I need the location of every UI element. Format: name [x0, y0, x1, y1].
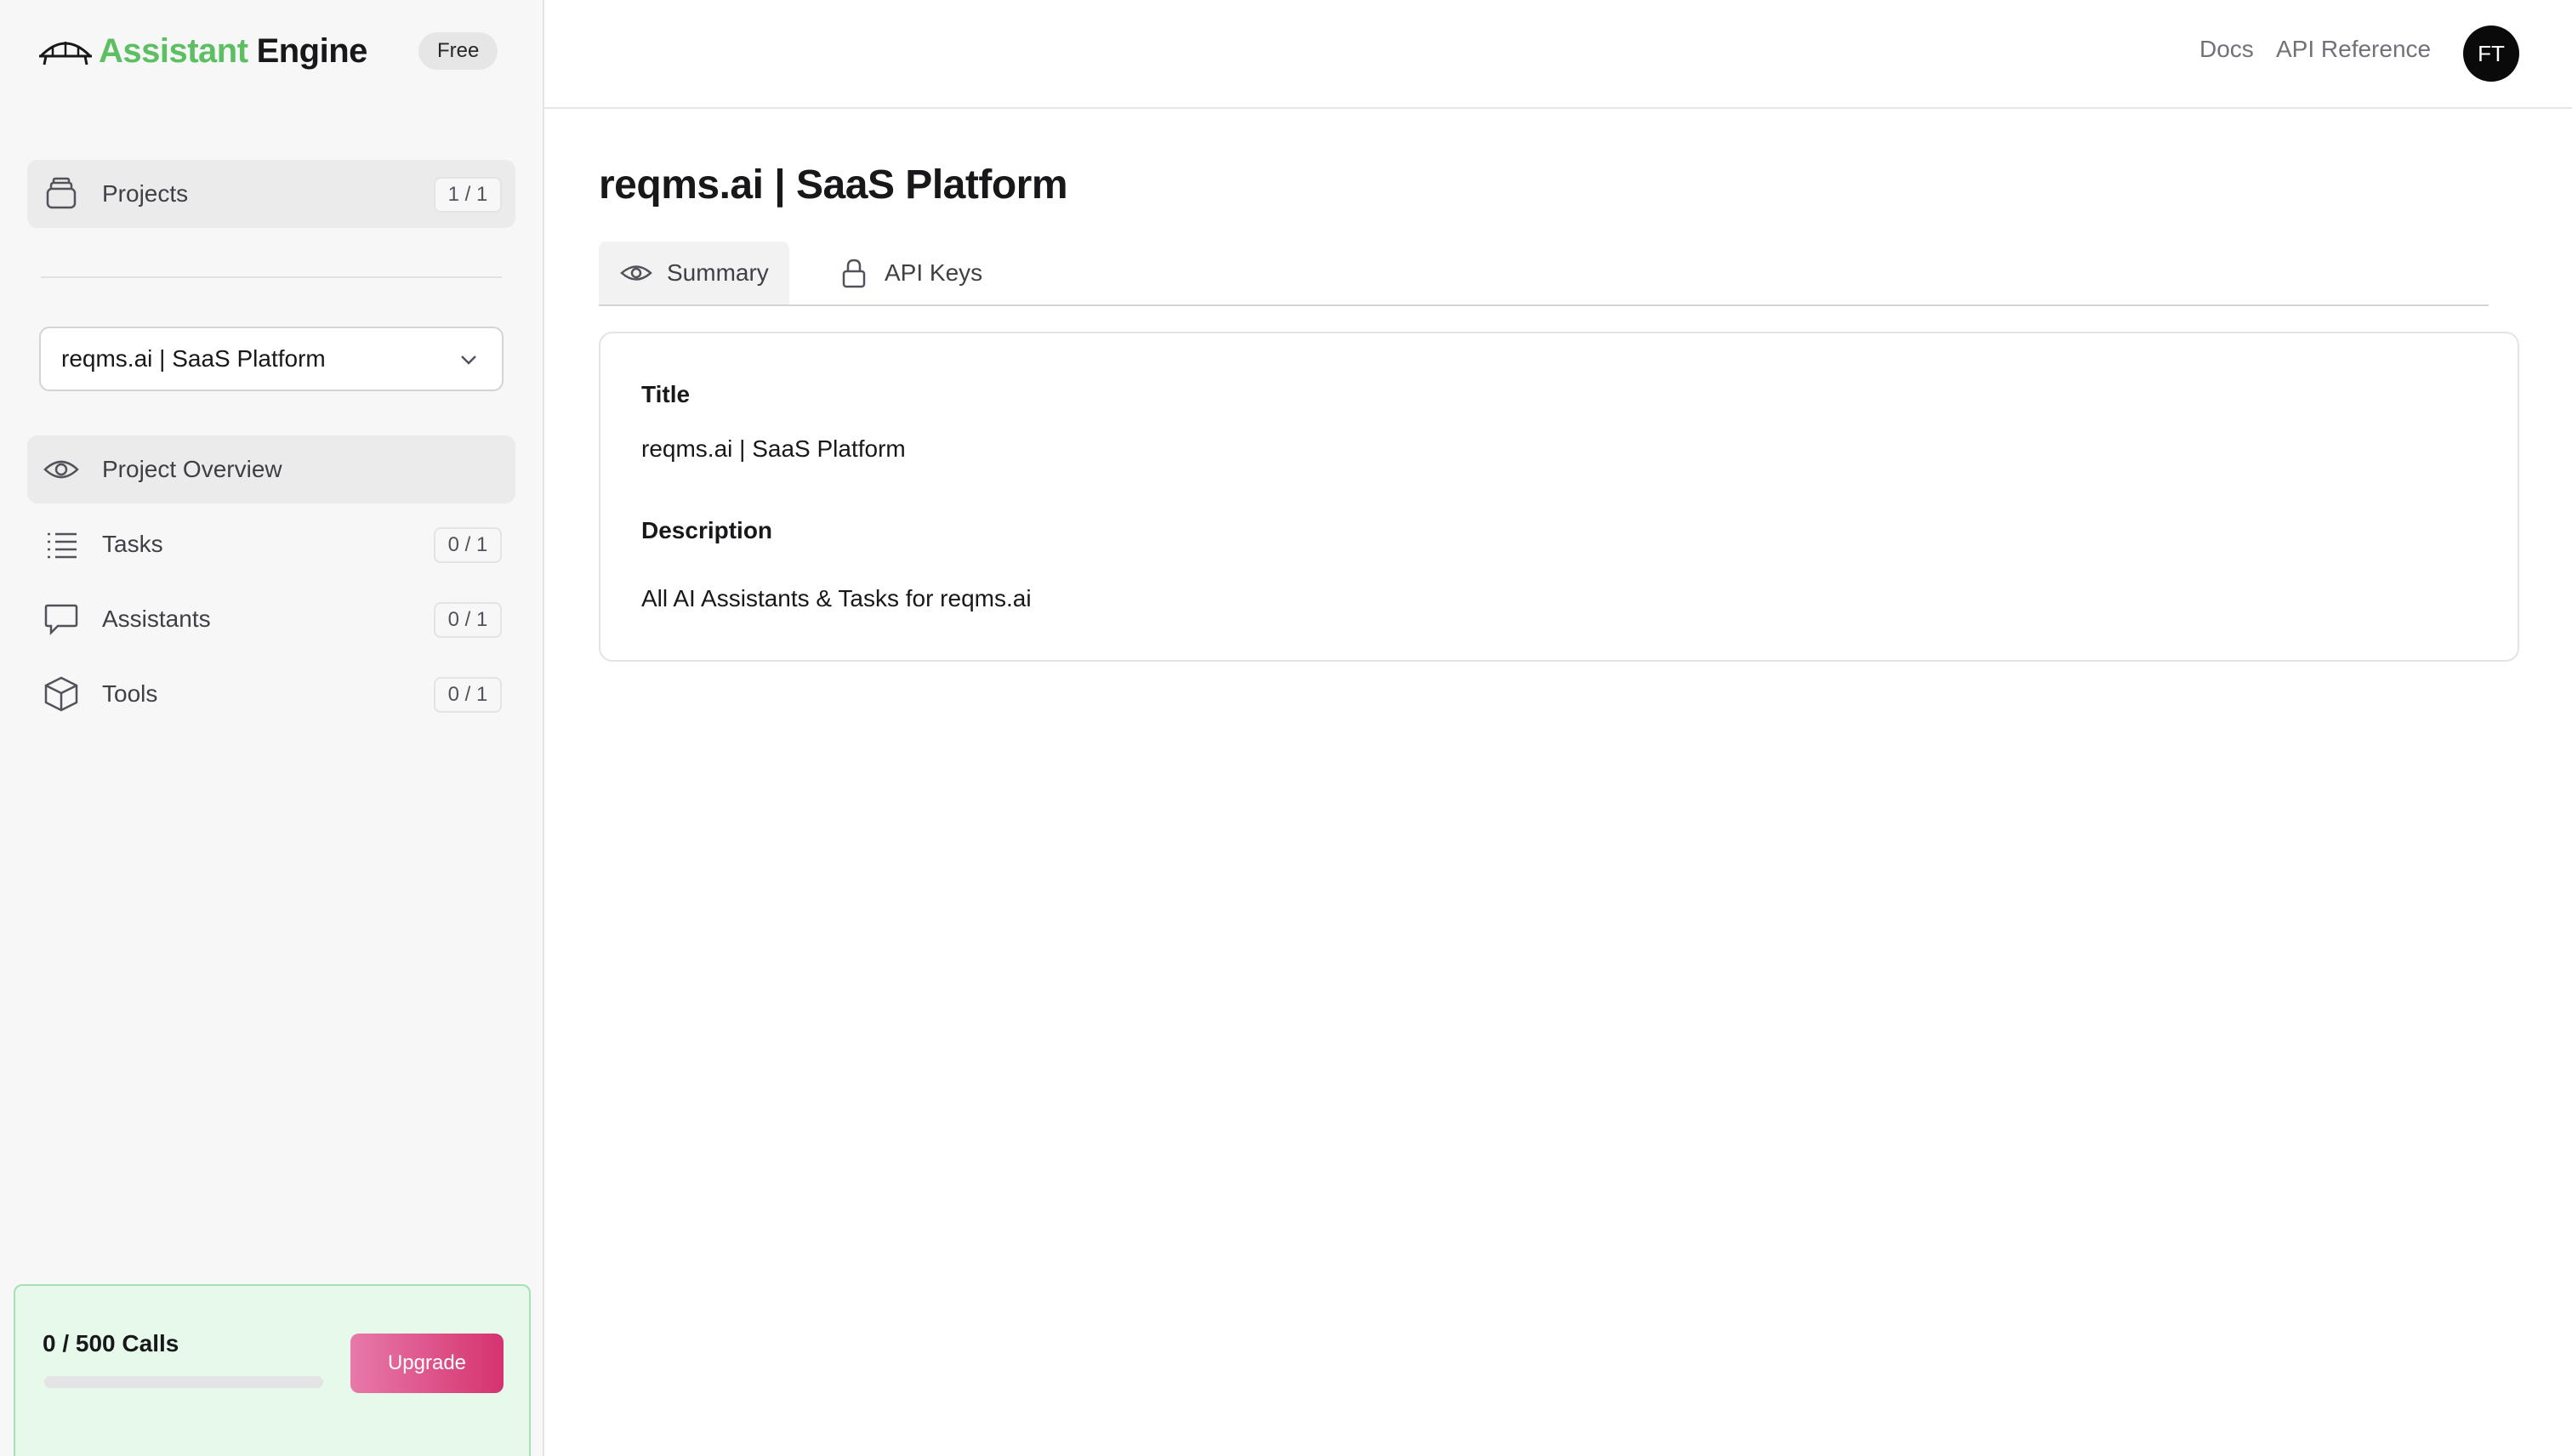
tasks-count-badge: 0 / 1: [434, 527, 502, 563]
sidebar-item-tasks[interactable]: Tasks 0 / 1: [27, 510, 515, 578]
title-label: Title: [641, 381, 691, 407]
sidebar: Assistant Engine Free Projects 1 / 1 reqm…: [0, 0, 544, 1456]
api-reference-link[interactable]: API Reference: [2276, 36, 2431, 63]
project-select[interactable]: reqms.ai | SaaS Platform: [39, 327, 504, 391]
chevron-down-icon: [461, 355, 476, 365]
usage-calls-text: 0 / 500 Calls: [43, 1330, 179, 1356]
sidebar-divider: [41, 276, 502, 278]
main-content: Docs API Reference FT reqms.ai | SaaS Pl…: [544, 0, 2572, 1456]
app-root: Assistant Engine Free Projects 1 / 1 reqm…: [0, 0, 2572, 1456]
assistants-count-badge: 0 / 1: [434, 602, 502, 638]
eye-icon: [43, 451, 80, 488]
brand-name: Assistant Engine: [99, 32, 367, 71]
chat-icon: [43, 600, 80, 638]
description-value: All AI Assistants & Tasks for reqms.ai: [641, 585, 1032, 611]
summary-card: Title reqms.ai | SaaS Platform Descripti…: [599, 332, 2519, 662]
cube-icon: [43, 675, 80, 713]
usage-panel: 0 / 500 Calls Upgrade: [14, 1284, 531, 1456]
brand-name-rest: Engine: [256, 31, 368, 70]
upgrade-button[interactable]: Upgrade: [350, 1334, 504, 1393]
stack-icon: [43, 175, 80, 213]
tab-label: Summary: [667, 259, 769, 286]
tab-api-keys[interactable]: API Keys: [817, 242, 1003, 304]
title-value: reqms.ai | SaaS Platform: [641, 435, 906, 462]
tab-bar: Summary API Keys: [599, 242, 2489, 306]
tab-summary[interactable]: Summary: [599, 242, 789, 304]
sidebar-item-label: Project Overview: [102, 456, 282, 482]
brand[interactable]: Assistant Engine: [39, 26, 367, 77]
description-label: Description: [641, 517, 773, 543]
projects-count-badge: 1 / 1: [434, 177, 502, 213]
brand-name-accent: Assistant: [99, 31, 248, 70]
sidebar-item-label: Tools: [102, 680, 158, 707]
sidebar-item-assistants[interactable]: Assistants 0 / 1: [27, 585, 515, 653]
sidebar-item-projects[interactable]: Projects 1 / 1: [27, 160, 515, 228]
eye-icon: [619, 256, 653, 290]
plan-badge: Free: [418, 32, 498, 70]
lock-icon: [837, 256, 871, 290]
sidebar-item-label: Tasks: [102, 531, 163, 557]
docs-link[interactable]: Docs: [2199, 36, 2254, 63]
sidebar-item-label: Projects: [102, 180, 189, 207]
bridge-logo-icon: [39, 42, 92, 65]
sidebar-item-label: Assistants: [102, 606, 211, 632]
tab-label: API Keys: [885, 259, 983, 286]
tools-count-badge: 0 / 1: [434, 677, 502, 713]
avatar[interactable]: FT: [2463, 26, 2519, 82]
page-title: reqms.ai | SaaS Platform: [599, 162, 1068, 208]
sidebar-item-tools[interactable]: Tools 0 / 1: [27, 660, 515, 728]
sidebar-item-project-overview[interactable]: Project Overview: [27, 435, 515, 503]
topbar: Docs API Reference FT: [544, 0, 2572, 109]
usage-progress-bar: [44, 1376, 323, 1388]
project-select-value: reqms.ai | SaaS Platform: [61, 345, 326, 372]
list-icon: [43, 526, 80, 563]
